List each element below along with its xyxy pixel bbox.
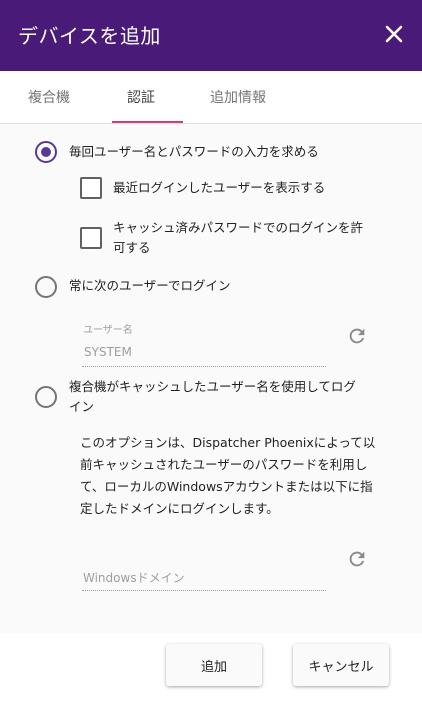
- description-line: 前キャッシュされたユーザーのパスワードを利用し: [80, 457, 368, 472]
- description-line: て、ローカルのWindowsアカウントまたは以下に指: [80, 479, 373, 494]
- add-device-dialog: デバイスを追加 複合機 認証 追加情報 毎回ユーザー名とパスワードの入力を求める…: [0, 0, 422, 703]
- radio-always-login-as[interactable]: [35, 276, 57, 298]
- tab-additional-info[interactable]: 追加情報: [210, 87, 266, 107]
- description-line: このオプションは、Dispatcher Phoenixによって以: [80, 435, 376, 450]
- cancel-button[interactable]: キャンセル: [293, 644, 389, 686]
- tab-device[interactable]: 複合機: [28, 87, 70, 107]
- username-field-label: ユーザー名: [83, 325, 133, 336]
- add-button[interactable]: 追加: [166, 644, 262, 686]
- tab-bar: 複合機 認証 追加情報: [0, 71, 422, 124]
- description-line: 定したドメインにログインします。: [80, 501, 279, 516]
- username-underline: [82, 366, 326, 367]
- show-recent-login-label: 最近ログインしたユーザーを表示する: [113, 180, 326, 195]
- radio-prompt-each-time[interactable]: [35, 141, 57, 163]
- domain-underline: [82, 590, 326, 591]
- dialog-footer: 追加 キャンセル: [0, 634, 422, 703]
- tab-authentication[interactable]: 認証: [127, 87, 155, 107]
- refresh-icon[interactable]: [346, 548, 368, 570]
- allow-cached-password-label-line2: 可する: [113, 240, 151, 255]
- refresh-icon[interactable]: [346, 325, 368, 347]
- use-cached-username-label-line1: 複合機がキャッシュしたユーザー名を使用してログ: [69, 379, 356, 394]
- windows-domain-input[interactable]: Windowsドメイン: [83, 569, 185, 586]
- allow-cached-password-label-line1: キャッシュ済みパスワードでのログインを許: [113, 220, 364, 235]
- radio-use-cached-username[interactable]: [35, 386, 57, 408]
- allow-cached-password-checkbox[interactable]: [80, 227, 102, 249]
- prompt-each-time-label: 毎回ユーザー名とパスワードの入力を求める: [69, 144, 319, 159]
- cached-username-description: このオプションは、Dispatcher Phoenixによって以 前キャッシュさ…: [80, 432, 400, 520]
- use-cached-username-label-line2: イン: [69, 399, 95, 414]
- always-login-as-label: 常に次のユーザーでログイン: [69, 278, 231, 293]
- username-input[interactable]: SYSTEM: [84, 345, 132, 359]
- dialog-title: デバイスを追加: [18, 24, 161, 48]
- show-recent-login-checkbox[interactable]: [80, 177, 102, 199]
- close-icon[interactable]: [380, 20, 408, 48]
- tab-active-indicator: [112, 121, 183, 123]
- dialog-titlebar: デバイスを追加: [0, 0, 422, 71]
